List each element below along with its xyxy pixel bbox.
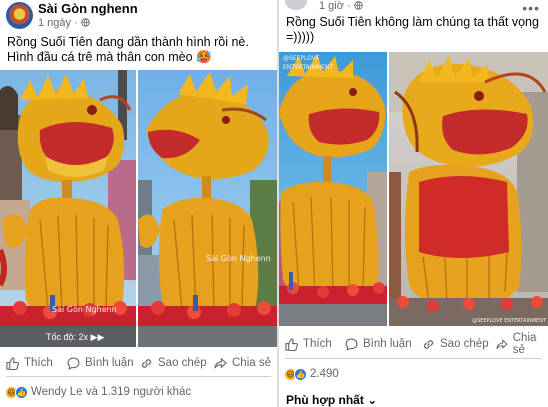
- post-time[interactable]: 1 giờ: [319, 0, 344, 12]
- post-image-1[interactable]: @SEEPLOVE ENTERTAINMENT: [279, 52, 387, 326]
- page-avatar[interactable]: [285, 0, 307, 10]
- link-icon: [423, 339, 434, 349]
- share-icon: [214, 357, 227, 368]
- reaction-summary[interactable]: 😆 👍 2.490: [284, 366, 339, 382]
- reaction-count: 2.490: [310, 368, 339, 380]
- thumbs-up-icon: [285, 337, 298, 351]
- more-options-icon[interactable]: •••: [522, 0, 540, 16]
- copy-button[interactable]: Sao chép: [140, 352, 207, 374]
- reaction-count: Wendy Le và 1.319 người khác: [31, 386, 192, 398]
- copy-button[interactable]: Sao chép: [422, 333, 489, 355]
- playback-speed-badge[interactable]: Tốc độ: 2x ▶▶: [46, 332, 104, 343]
- dragon-image: [389, 52, 548, 326]
- page-avatar[interactable]: [6, 2, 33, 29]
- share-icon: [496, 338, 508, 349]
- comment-icon: [345, 338, 358, 351]
- share-button[interactable]: Chia sẻ: [496, 332, 548, 356]
- dot-separator: ·: [347, 0, 354, 12]
- like-reaction-icon: 👍: [294, 367, 307, 381]
- comment-button[interactable]: Bình luận: [67, 352, 134, 374]
- comment-sort-dropdown[interactable]: Phù hợp nhất ⌄: [286, 393, 377, 407]
- dragon-image: [138, 72, 277, 347]
- left-post: Sài Gòn nghenn 1 ngày · Rồng Suối Tiên đ…: [0, 0, 277, 407]
- divider: [6, 376, 271, 377]
- like-label: Thích: [303, 338, 332, 350]
- dot-separator: ·: [74, 17, 81, 29]
- comment-label: Bình luận: [363, 338, 412, 350]
- post-caption: Rồng Suối Tiên đang dần thành hình rồi n…: [7, 35, 249, 64]
- post-time[interactable]: 1 ngày: [38, 17, 71, 29]
- like-button[interactable]: Thích: [285, 333, 332, 355]
- reaction-summary[interactable]: 😆 👍 Wendy Le và 1.319 người khác: [5, 384, 191, 400]
- page-name[interactable]: Sài Gòn nghenn: [38, 1, 138, 16]
- share-button[interactable]: Chia sẻ: [214, 352, 271, 374]
- comment-icon: [67, 357, 80, 370]
- image-watermark: Sài Gòn Nghenn: [206, 254, 271, 263]
- divider: [285, 358, 542, 359]
- comment-label: Bình luận: [85, 357, 134, 369]
- copy-label: Sao chép: [158, 357, 207, 369]
- image-watermark: Sài Gòn Nghenn: [52, 305, 117, 314]
- image-watermark: @SEEPLOVE ENTERTAINMENT: [283, 55, 334, 71]
- post-meta: 1 ngày ·: [38, 17, 90, 29]
- copy-label: Sao chép: [440, 338, 489, 350]
- share-label: Chia sẻ: [512, 332, 537, 356]
- post-action-bar: Thích Bình luận Sao chép Chia sẻ: [0, 352, 277, 374]
- post-image-1[interactable]: Sài Gòn Nghenn Tốc độ: 2x ▶▶: [0, 70, 136, 347]
- post-meta: 1 giờ ·: [319, 0, 363, 12]
- post-action-bar: Thích Bình luận Sao chép Chia sẻ: [279, 332, 548, 356]
- dragon-image: [279, 54, 387, 326]
- globe-icon: [354, 1, 363, 10]
- like-reaction-icon: 👍: [15, 385, 28, 399]
- post-caption: Rồng Suối Tiên không làm chúng ta thất v…: [286, 15, 539, 44]
- globe-icon: [81, 18, 90, 27]
- comment-button[interactable]: Bình luận: [345, 333, 412, 355]
- thumbs-up-icon: [6, 356, 19, 370]
- like-label: Thích: [24, 357, 53, 369]
- right-post: 1 giờ · ••• Rồng Suối Tiên không làm chú…: [279, 0, 548, 407]
- image-watermark: @SEEPLOVE ENTERTAINMENT: [472, 318, 546, 324]
- like-button[interactable]: Thích: [6, 352, 53, 374]
- link-icon: [141, 358, 152, 368]
- share-label: Chia sẻ: [232, 357, 271, 369]
- post-header: Sài Gòn nghenn 1 ngày ·: [0, 0, 277, 30]
- post-image-2[interactable]: @SEEPLOVE ENTERTAINMENT: [389, 52, 548, 326]
- post-image-2[interactable]: Sài Gòn Nghenn: [138, 70, 277, 347]
